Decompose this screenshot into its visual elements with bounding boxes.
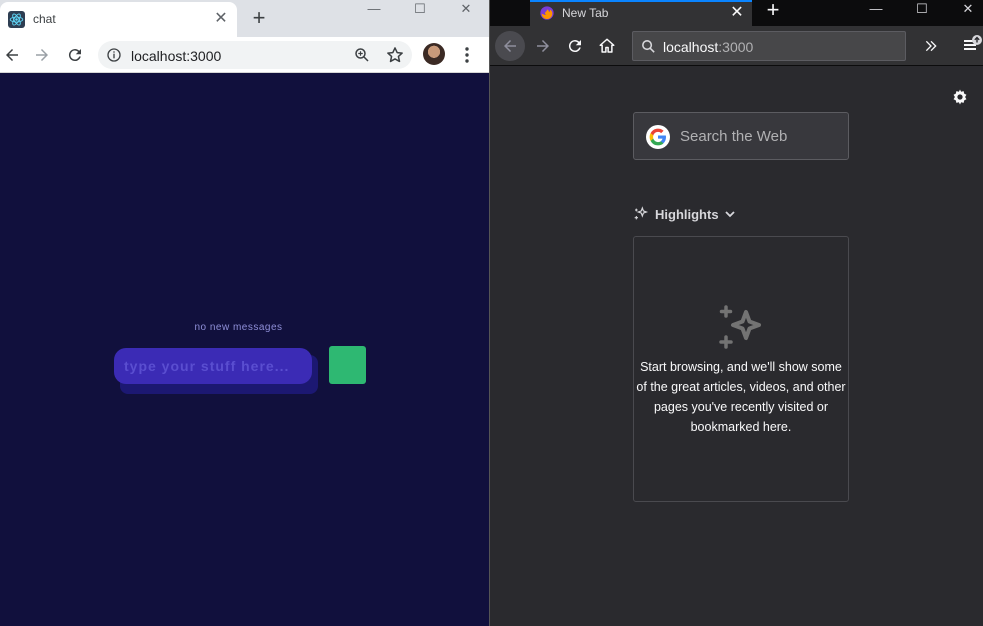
- url-port: :3000: [718, 39, 754, 55]
- chrome-tabstrip: chat ✕ + — ☐ ✕: [0, 0, 489, 37]
- firefox-window: New Tab ✕ + — ☐ ✕ localhost:3000 Search …: [490, 0, 983, 626]
- firefox-icon: [539, 5, 555, 21]
- overflow-chevron-icon[interactable]: [920, 35, 942, 57]
- highlights-sparkle-icon: [634, 206, 649, 220]
- close-tab-icon[interactable]: ✕: [212, 10, 230, 28]
- close-window-icon[interactable]: ✕: [443, 0, 489, 22]
- back-arrow-icon[interactable]: [0, 43, 24, 67]
- chrome-toolbar: localhost:3000: [0, 37, 489, 73]
- chat-page: no new messages: [0, 73, 489, 626]
- url-bar[interactable]: localhost:3000: [632, 31, 906, 61]
- highlights-label: Highlights: [655, 206, 719, 222]
- send-button[interactable]: [329, 346, 366, 384]
- message-input[interactable]: [114, 348, 312, 384]
- new-tab-button[interactable]: +: [762, 0, 784, 22]
- omnibox-url[interactable]: localhost:3000: [131, 48, 221, 64]
- new-tab-button[interactable]: +: [249, 7, 269, 29]
- gear-icon[interactable]: [951, 88, 969, 106]
- bookmark-star-icon[interactable]: [385, 45, 405, 65]
- chevron-down-icon[interactable]: [724, 208, 736, 220]
- reload-icon[interactable]: [564, 35, 586, 57]
- search-icon: [640, 38, 657, 55]
- close-tab-icon[interactable]: ✕: [727, 3, 747, 23]
- hamburger-menu-icon[interactable]: [961, 34, 983, 56]
- zoom-icon[interactable]: [353, 46, 371, 64]
- kebab-menu-icon[interactable]: [460, 45, 474, 65]
- info-icon[interactable]: [106, 47, 122, 63]
- minimize-icon[interactable]: —: [853, 0, 899, 22]
- status-text: no new messages: [194, 322, 283, 333]
- firefox-tabstrip: New Tab ✕ + — ☐ ✕: [490, 0, 983, 26]
- forward-arrow-icon[interactable]: [30, 43, 54, 67]
- chrome-window: chat ✕ + — ☐ ✕ localhost:3000 no new mes…: [0, 0, 489, 626]
- maximize-icon[interactable]: ☐: [899, 0, 945, 22]
- back-arrow-icon[interactable]: [495, 31, 525, 61]
- web-search-box[interactable]: Search the Web: [633, 112, 849, 160]
- url-text[interactable]: localhost:3000: [663, 39, 753, 55]
- web-search-placeholder: Search the Web: [680, 128, 788, 145]
- maximize-icon[interactable]: ☐: [397, 0, 443, 22]
- firefox-tab-new-tab[interactable]: New Tab ✕: [530, 0, 752, 26]
- minimize-icon[interactable]: —: [351, 0, 397, 22]
- home-icon[interactable]: [596, 35, 618, 57]
- firefox-newtab-page: Search the Web Highlights Start browsing…: [490, 67, 983, 626]
- highlights-header[interactable]: Highlights: [633, 204, 736, 224]
- google-icon: [646, 125, 670, 149]
- chrome-tab-chat[interactable]: chat ✕: [0, 2, 237, 37]
- firefox-tab-title: New Tab: [562, 6, 609, 20]
- chrome-tab-title: chat: [33, 12, 56, 26]
- highlights-sparkle-icon: [719, 305, 761, 349]
- omnibox[interactable]: localhost:3000: [98, 41, 412, 69]
- close-window-icon[interactable]: ✕: [945, 0, 983, 22]
- reload-icon[interactable]: [63, 43, 87, 67]
- profile-avatar[interactable]: [423, 43, 445, 65]
- forward-arrow-icon[interactable]: [532, 35, 554, 57]
- firefox-toolbar: localhost:3000: [490, 26, 983, 66]
- highlights-empty-message: Start browsing, and we'll show some of t…: [636, 360, 846, 434]
- react-icon: [8, 11, 25, 28]
- highlights-empty-card: Start browsing, and we'll show some of t…: [633, 236, 849, 502]
- url-host: localhost: [663, 39, 719, 55]
